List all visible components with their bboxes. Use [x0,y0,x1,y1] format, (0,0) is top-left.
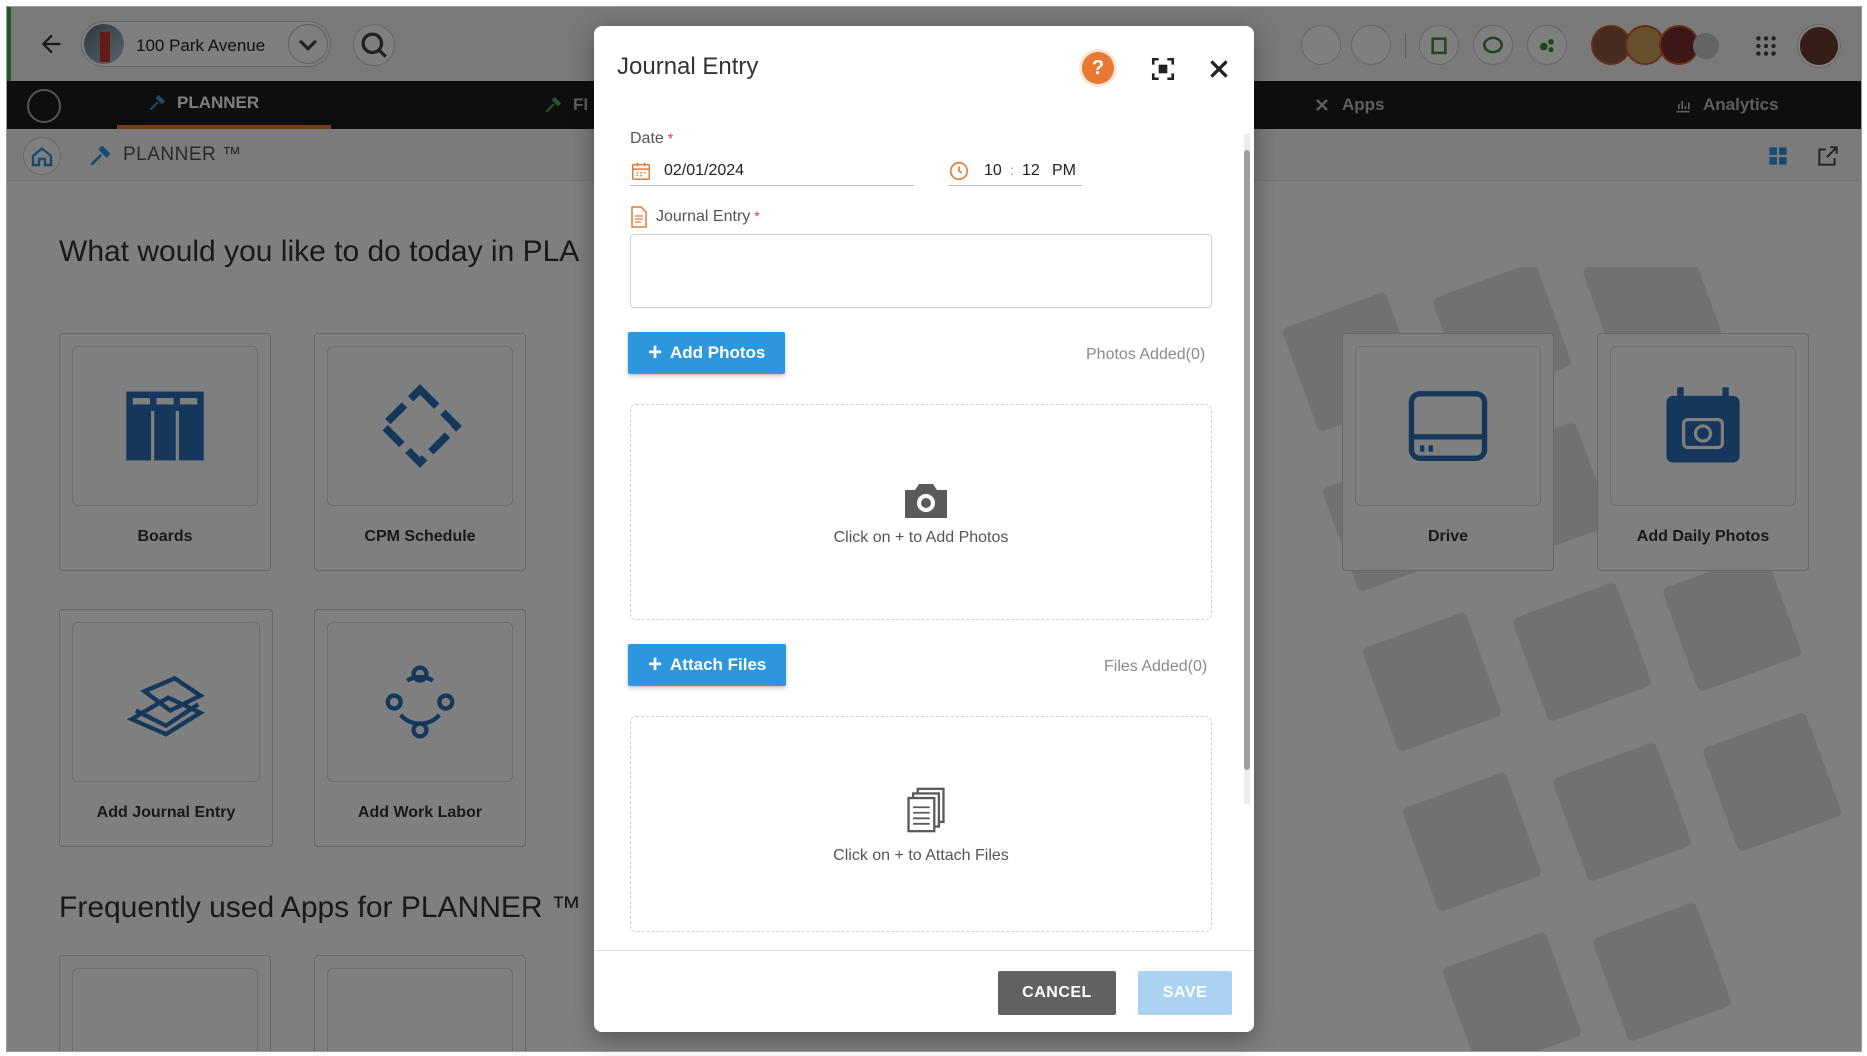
add-photos-label: Add Photos [670,343,766,362]
date-label-text: Date [630,130,664,147]
journal-entry-textarea[interactable] [630,234,1212,308]
required-mark: * [754,208,760,224]
time-field[interactable]: 10 : 12 PM [948,156,1082,186]
scrollbar-thumb[interactable] [1244,150,1250,770]
files-dropzone[interactable]: Click on + to Attach Files [630,716,1212,932]
files-hint: Click on + to Attach Files [833,847,1009,864]
photos-hint: Click on + to Add Photos [833,529,1009,546]
clock-icon [949,161,969,181]
time-separator: : [1010,162,1014,178]
time-hour[interactable]: 10 [984,162,1002,180]
add-photos-button[interactable]: + Add Photos [628,332,786,374]
save-button[interactable]: SAVE [1138,971,1232,1015]
journal-entry-label: Journal Entry * [656,208,760,226]
plus-icon: + [648,651,663,678]
date-field[interactable]: 02/01/2024 [630,156,914,186]
journal-entry-modal: Journal Entry ? Date * 02/01/2024 10 : 12… [594,26,1254,1032]
photos-count: Photos Added(0) [1086,346,1206,363]
files-stack-icon [907,787,945,833]
journal-entry-label-text: Journal Entry [656,208,751,225]
photos-dropzone[interactable]: Click on + to Add Photos [630,404,1212,620]
attach-files-label: Attach Files [670,655,767,674]
cancel-button[interactable]: CANCEL [998,971,1116,1015]
date-value: 02/01/2024 [664,162,745,179]
required-mark: * [667,130,674,146]
files-count: Files Added(0) [1104,658,1208,675]
time-minute[interactable]: 12 [1022,162,1040,180]
plus-icon: + [648,339,663,366]
attach-files-button[interactable]: + Attach Files [628,644,787,686]
fullscreen-icon[interactable] [1150,56,1176,82]
time-ampm[interactable]: PM [1052,162,1076,180]
date-label: Date * [630,130,673,148]
calendar-icon[interactable] [630,160,652,182]
modal-title: Journal Entry [617,53,759,80]
modal-footer: CANCEL SAVE [594,950,1254,1032]
document-icon [631,206,647,228]
camera-icon [905,484,947,518]
help-icon[interactable]: ? [1082,52,1114,84]
close-icon[interactable] [1206,56,1232,82]
